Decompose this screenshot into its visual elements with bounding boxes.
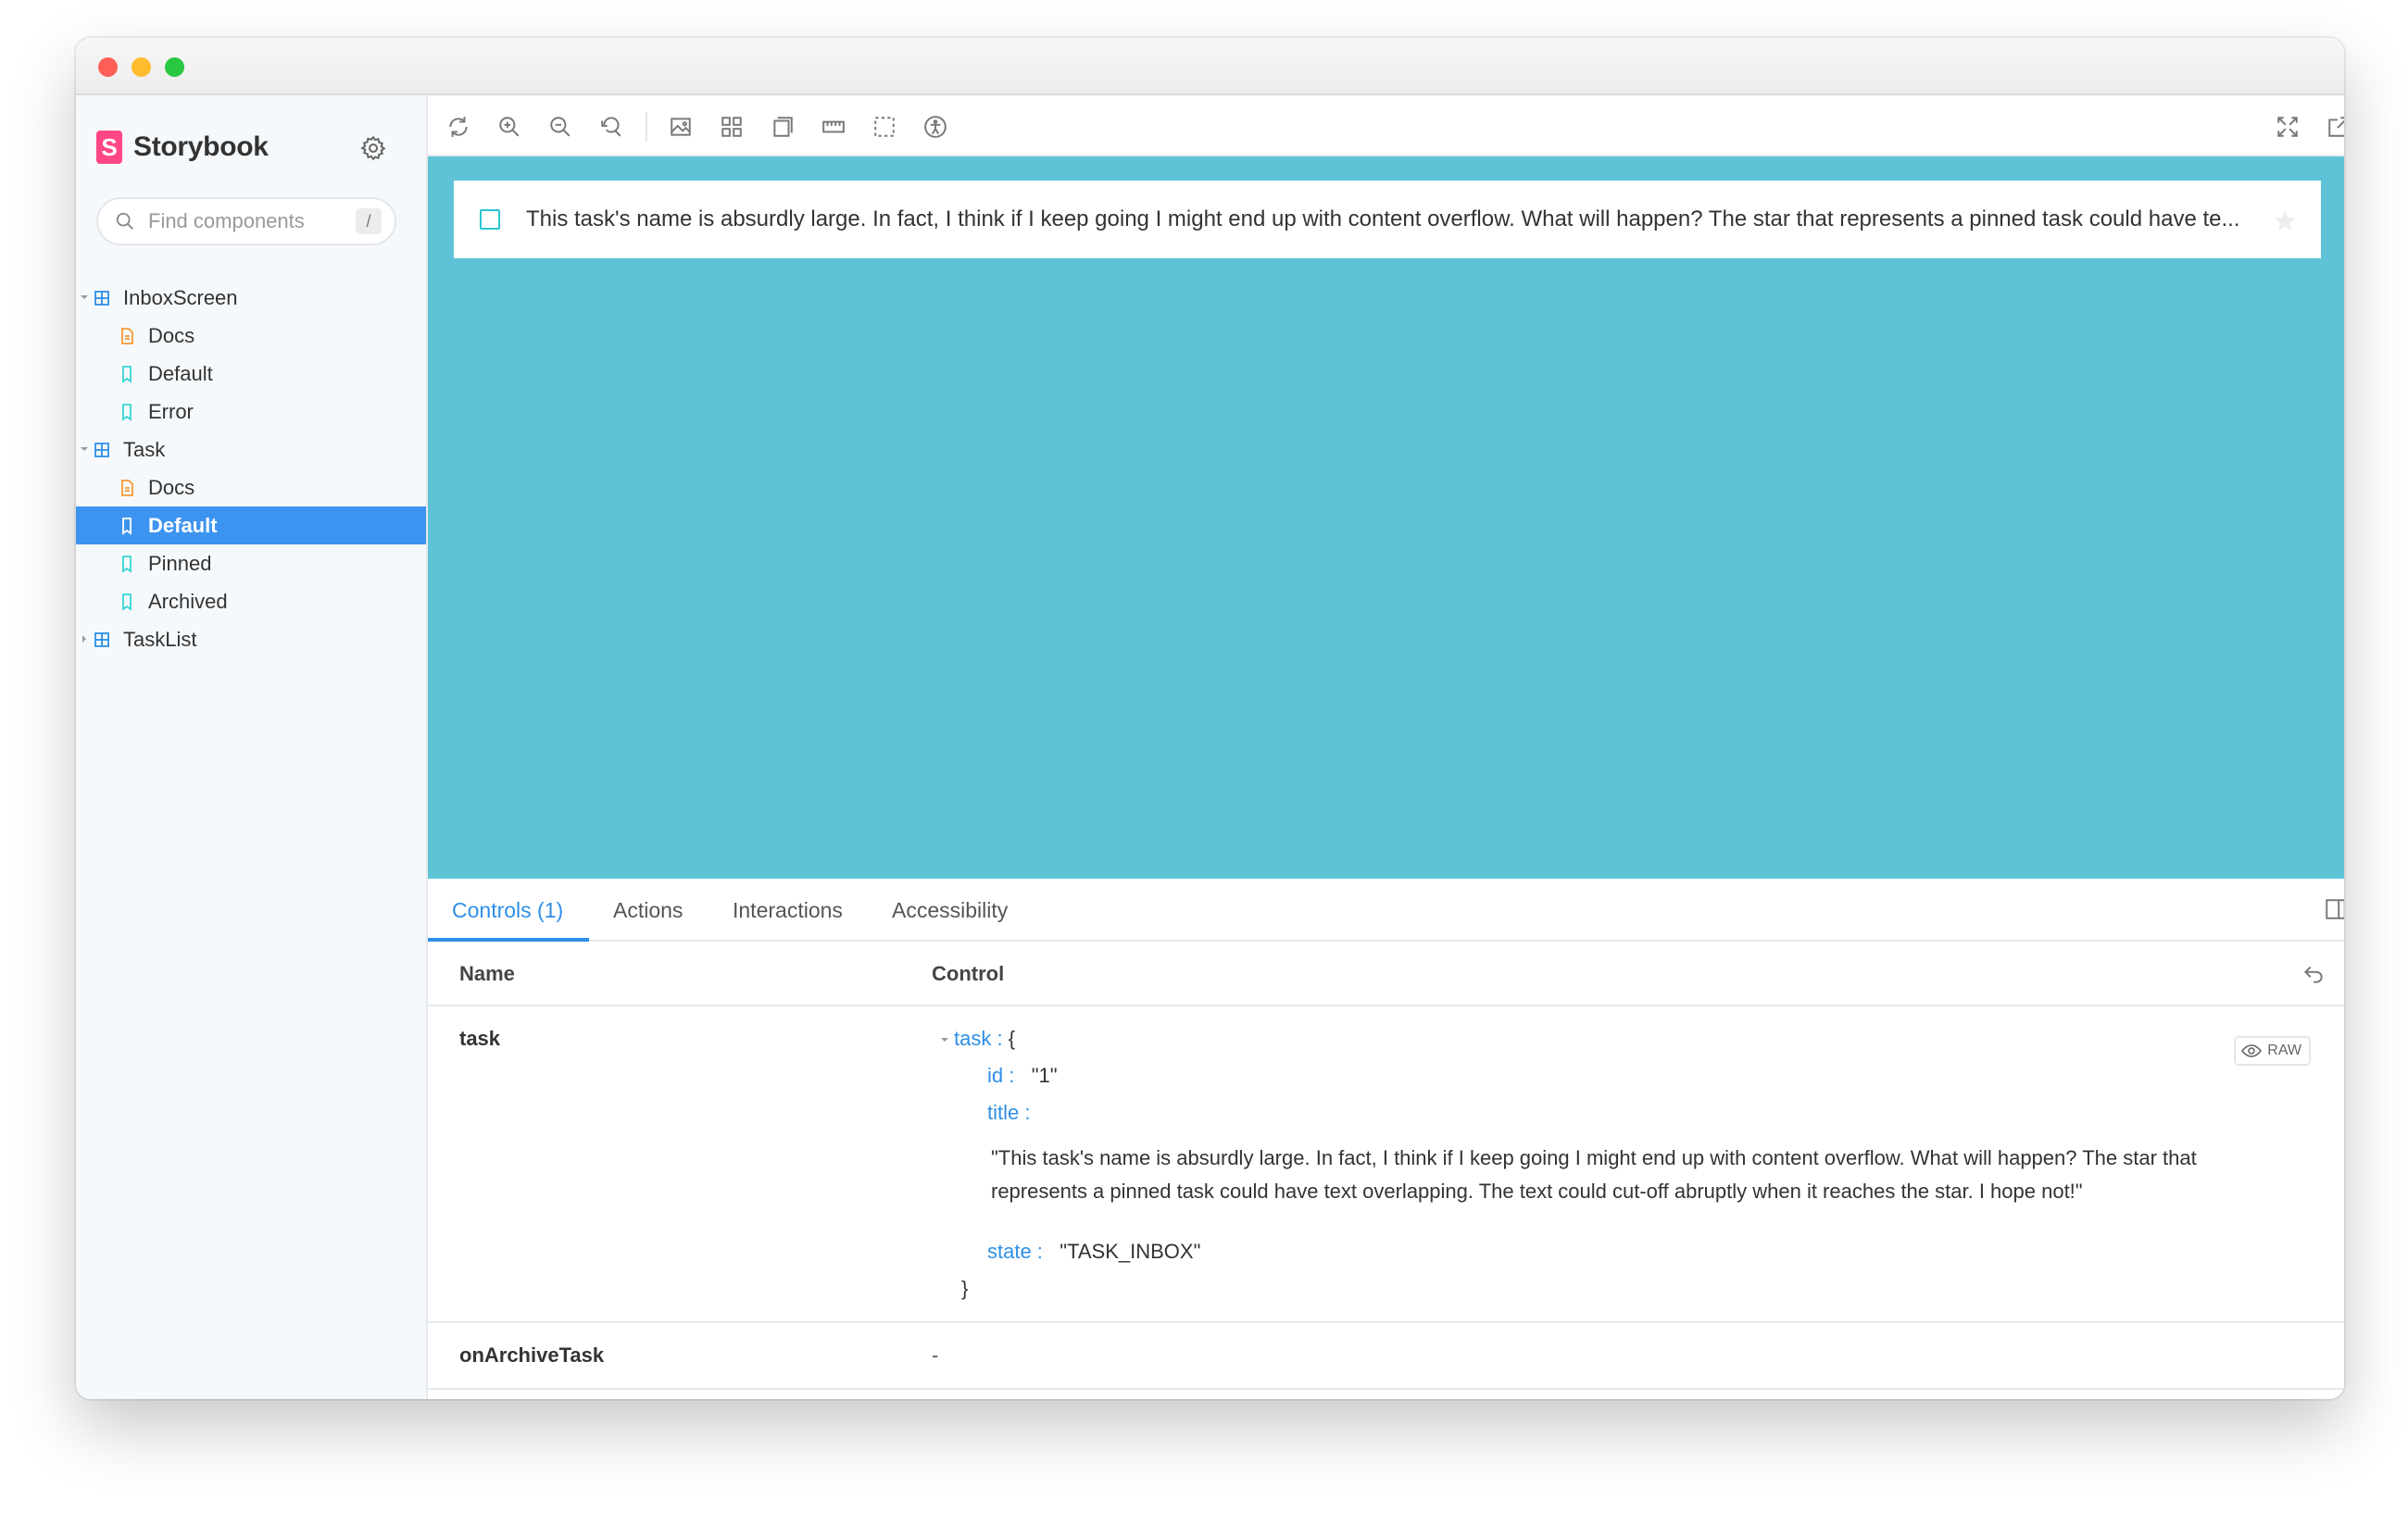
measure-icon[interactable]	[821, 115, 846, 139]
close-window-button[interactable]	[98, 57, 118, 77]
search-icon	[116, 212, 133, 230]
search-shortcut-key: /	[356, 208, 382, 234]
outline-icon[interactable]	[872, 115, 897, 139]
bookmark-icon	[122, 365, 132, 383]
tree-item-story[interactable]: Archived	[76, 582, 426, 620]
bookmark-icon	[122, 517, 132, 535]
column-control-header: Control	[932, 962, 1005, 985]
gear-icon[interactable]	[359, 134, 387, 162]
tree-group-task[interactable]: Task	[76, 431, 426, 468]
reset-controls-icon[interactable]	[2301, 962, 2326, 986]
fullscreen-icon[interactable]	[2276, 115, 2300, 139]
tree-label: Pinned	[148, 551, 212, 575]
tree-label: Default	[148, 361, 213, 385]
storybook-logo-icon: S	[96, 131, 122, 164]
search-placeholder: Find components	[148, 209, 305, 232]
task-title[interactable]: This task's name is absurdly large. In f…	[526, 206, 2249, 232]
preview-toolbar	[428, 95, 2344, 156]
component-tree: InboxScreen Docs Default Error Task Docs…	[76, 279, 426, 658]
document-icon	[121, 479, 133, 496]
tree-item-story[interactable]: Error	[76, 393, 426, 431]
raw-label: RAW	[2267, 1043, 2301, 1058]
tree-group-tasklist[interactable]: TaskList	[76, 620, 426, 658]
bookmark-icon	[122, 593, 132, 611]
tree-label: InboxScreen	[123, 285, 238, 309]
brand-name: Storybook	[133, 131, 269, 162]
tree-label: Default	[148, 513, 218, 537]
bookmark-icon	[122, 403, 132, 421]
tree-item-story-selected[interactable]: Default	[76, 506, 426, 544]
background-icon[interactable]	[669, 115, 693, 139]
json-key-title: title :	[987, 1101, 1031, 1124]
story-canvas: This task's name is absurdly large. In f…	[428, 156, 2344, 879]
component-icon	[94, 290, 109, 306]
zoom-reset-icon[interactable]	[599, 115, 623, 139]
tree-label: Docs	[148, 475, 195, 499]
toolbar-divider	[646, 112, 647, 142]
control-name: onArchiveTask	[459, 1343, 605, 1367]
tree-item-story[interactable]: Pinned	[76, 544, 426, 582]
eye-icon	[2241, 1044, 2263, 1057]
accessibility-icon[interactable]	[923, 115, 947, 139]
panel-orientation-icon[interactable]	[2324, 897, 2344, 921]
column-name-header: Name	[459, 962, 515, 985]
bookmark-icon	[122, 555, 132, 573]
component-icon	[94, 631, 109, 647]
reload-icon[interactable]	[446, 115, 470, 139]
raw-toggle-button[interactable]: RAW	[2234, 1036, 2311, 1066]
addons-tabs: Controls (1) Actions Interactions Access…	[428, 879, 2344, 942]
tree-item-docs[interactable]: Docs	[76, 317, 426, 355]
json-close-brace: }	[961, 1277, 969, 1300]
search-input[interactable]: Find components /	[96, 197, 396, 245]
window-titlebar	[76, 38, 2344, 95]
task-item: This task's name is absurdly large. In f…	[454, 181, 2321, 258]
json-open-brace: {	[1008, 1027, 1016, 1050]
document-icon	[121, 327, 133, 344]
sidebar: S Storybook Find components / InboxScree…	[76, 95, 428, 1399]
tree-item-docs[interactable]: Docs	[76, 468, 426, 506]
component-icon	[94, 442, 109, 457]
control-row-onarchivetask: onArchiveTask -	[428, 1323, 2344, 1390]
tree-label: Error	[148, 399, 194, 423]
grid-icon[interactable]	[720, 115, 744, 139]
zoom-in-icon[interactable]	[497, 115, 521, 139]
minimize-window-button[interactable]	[132, 57, 151, 77]
json-value-state[interactable]: "TASK_INBOX"	[1060, 1240, 1200, 1263]
tree-label: Task	[123, 437, 166, 461]
zoom-out-icon[interactable]	[548, 115, 572, 139]
viewport-icon[interactable]	[771, 115, 795, 139]
control-value: -	[932, 1343, 939, 1367]
json-key-state: state :	[987, 1240, 1043, 1263]
task-checkbox[interactable]	[480, 209, 500, 230]
tab-controls[interactable]: Controls (1)	[452, 879, 563, 942]
maximize-window-button[interactable]	[165, 57, 184, 77]
addons-panel: Controls (1) Actions Interactions Access…	[428, 879, 2344, 1399]
json-key-id: id :	[987, 1064, 1015, 1087]
chevron-right-icon	[82, 635, 86, 643]
json-value-id[interactable]: "1"	[1032, 1064, 1058, 1087]
control-row-task: task task : { id : "1" title : "This tas…	[428, 1006, 2344, 1323]
tab-actions[interactable]: Actions	[613, 879, 683, 942]
chevron-down-icon	[81, 295, 88, 299]
tree-item-story[interactable]: Default	[76, 355, 426, 393]
chevron-down-icon	[81, 447, 88, 451]
controls-header: Name Control	[428, 942, 2344, 1006]
tab-accessibility[interactable]: Accessibility	[892, 879, 1008, 942]
tree-group-inboxscreen[interactable]: InboxScreen	[76, 279, 426, 317]
storybook-brand[interactable]: S Storybook	[96, 131, 269, 164]
star-icon[interactable]	[2273, 208, 2297, 232]
tab-interactions[interactable]: Interactions	[733, 879, 843, 942]
open-new-tab-icon[interactable]	[2326, 115, 2344, 139]
tree-label: TaskList	[123, 627, 197, 651]
control-name: task	[459, 1027, 501, 1050]
tree-label: Docs	[148, 323, 195, 347]
json-key-task[interactable]: task :	[954, 1027, 1003, 1050]
tree-label: Archived	[148, 589, 228, 613]
browser-window: S Storybook Find components / InboxScree…	[76, 38, 2344, 1399]
json-value-title[interactable]: "This task's name is absurdly large. In …	[991, 1142, 2269, 1208]
chevron-down-icon[interactable]	[939, 1034, 950, 1045]
